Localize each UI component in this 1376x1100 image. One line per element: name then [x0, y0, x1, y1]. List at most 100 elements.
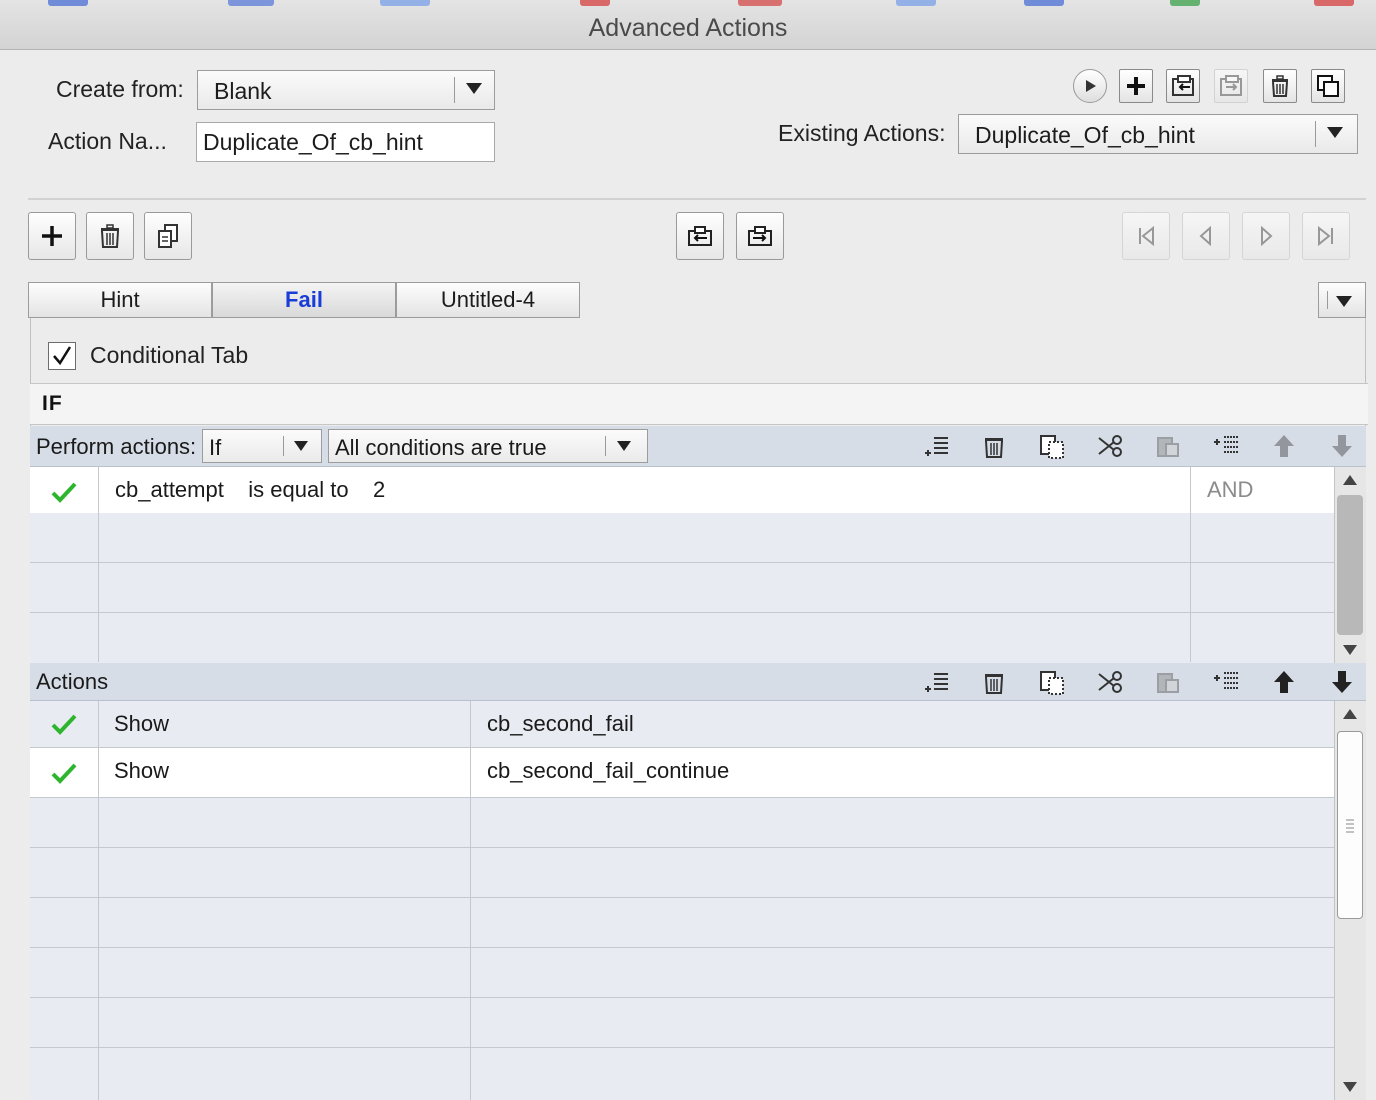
action-valid-cell — [30, 748, 99, 797]
previous-icon — [1199, 225, 1211, 247]
background-toolbar-strip — [0, 0, 1376, 8]
scroll-down-icon[interactable] — [1343, 645, 1357, 655]
action-row[interactable]: Show cb_second_fail — [30, 701, 1334, 748]
window-title: Advanced Actions — [588, 14, 788, 42]
condition-row-empty[interactable] — [30, 513, 1334, 563]
condition-variable[interactable]: cb_attempt — [115, 477, 224, 502]
action-row[interactable]: Show cb_second_fail_continue — [30, 748, 1334, 798]
scroll-up-icon[interactable] — [1343, 709, 1357, 719]
previous-decision-button[interactable] — [1182, 212, 1230, 260]
move-condition-up-button[interactable] — [1264, 426, 1304, 466]
copy-icon — [1040, 670, 1064, 695]
arrow-up-icon — [1274, 670, 1294, 693]
move-right-icon — [748, 226, 772, 246]
move-decision-right-button[interactable] — [736, 212, 784, 260]
paste-action-row-button[interactable] — [1148, 663, 1188, 700]
action-type-cell[interactable]: Show — [99, 748, 471, 797]
insert-action-button[interactable] — [916, 663, 956, 700]
existing-actions-dropdown[interactable]: Duplicate_Of_cb_hint — [958, 114, 1358, 154]
conditions-scrollbar[interactable] — [1334, 467, 1366, 663]
delete-condition-button[interactable] — [974, 426, 1014, 466]
condition-value[interactable]: 2 — [373, 477, 385, 502]
trash-icon — [985, 673, 1003, 694]
conditions-mode-value: All conditions are true — [335, 435, 547, 460]
paste-condition-button[interactable] — [1148, 426, 1188, 466]
add-action-button[interactable] — [1119, 69, 1153, 103]
cut-condition-button[interactable] — [1090, 426, 1130, 466]
action-name-field[interactable] — [196, 122, 495, 162]
create-from-value: Blank — [214, 78, 272, 104]
action-row-empty[interactable] — [30, 848, 1334, 898]
cut-action-row-button[interactable] — [1090, 663, 1130, 700]
insert-below-icon — [1214, 671, 1238, 689]
copy-action-row-button[interactable] — [1032, 663, 1072, 700]
copy-condition-button[interactable] — [1032, 426, 1072, 466]
action-row-empty[interactable] — [30, 948, 1334, 998]
import-action-button[interactable] — [1166, 69, 1200, 103]
perform-type-value: If — [209, 435, 222, 460]
tabs-menu-button[interactable] — [1318, 282, 1366, 318]
insert-row-icon — [925, 437, 948, 456]
action-name-input[interactable] — [197, 123, 494, 161]
first-icon — [1139, 225, 1154, 247]
move-left-icon — [688, 226, 712, 246]
chevron-down-icon — [617, 441, 631, 451]
trash-icon — [101, 224, 119, 248]
preview-button[interactable] — [1073, 69, 1107, 103]
scroll-thumb[interactable] — [1337, 731, 1363, 919]
scroll-down-icon[interactable] — [1343, 1082, 1357, 1092]
insert-condition-below-button[interactable] — [1206, 426, 1246, 466]
delete-action-row-button[interactable] — [974, 663, 1014, 700]
export-action-button[interactable] — [1214, 69, 1248, 103]
next-decision-button[interactable] — [1242, 212, 1290, 260]
insert-condition-button[interactable] — [916, 426, 956, 466]
grip-icon — [1346, 819, 1354, 833]
action-target-cell[interactable]: cb_second_fail — [471, 701, 1334, 747]
condition-joiner[interactable]: AND — [1191, 467, 1334, 516]
arrow-up-icon — [1274, 435, 1294, 457]
condition-expression-cell[interactable]: cb_attempt is equal to 2 — [99, 467, 1191, 516]
insert-row-icon — [925, 672, 948, 692]
create-from-label: Create from: — [56, 76, 184, 102]
delete-action-button[interactable] — [1263, 69, 1297, 103]
move-action-up-button[interactable] — [1264, 663, 1304, 700]
create-from-dropdown[interactable]: Blank — [197, 70, 495, 110]
action-type-cell[interactable]: Show — [99, 701, 471, 747]
scroll-thumb[interactable] — [1337, 495, 1363, 635]
perform-type-dropdown[interactable]: If — [202, 429, 322, 463]
trash-icon — [985, 438, 1003, 458]
action-target-cell[interactable]: cb_second_fail_continue — [471, 748, 1334, 797]
conditional-tab-checkbox[interactable] — [48, 342, 76, 370]
move-action-down-button[interactable] — [1322, 663, 1362, 700]
add-decision-button[interactable] — [28, 212, 76, 260]
condition-valid-cell — [30, 467, 99, 516]
action-row-empty[interactable] — [30, 898, 1334, 948]
duplicate-action-button[interactable] — [1311, 69, 1345, 103]
scissors-icon — [1098, 435, 1122, 457]
scroll-up-icon[interactable] — [1343, 475, 1357, 485]
tab-untitled-4[interactable]: Untitled-4 — [396, 282, 580, 318]
green-check-icon — [51, 714, 77, 735]
delete-decision-button[interactable] — [86, 212, 134, 260]
chevron-down-icon — [1327, 127, 1343, 138]
insert-action-below-button[interactable] — [1206, 663, 1246, 700]
paste-icon — [1157, 437, 1179, 457]
copy-icon — [1040, 435, 1064, 459]
actions-scrollbar[interactable] — [1334, 701, 1366, 1100]
condition-operator[interactable]: is equal to — [248, 477, 348, 502]
first-decision-button[interactable] — [1122, 212, 1170, 260]
move-decision-left-button[interactable] — [676, 212, 724, 260]
duplicate-decision-button[interactable] — [144, 212, 192, 260]
tab-hint[interactable]: Hint — [28, 282, 212, 318]
action-row-empty[interactable] — [30, 1048, 1334, 1100]
tab-fail[interactable]: Fail — [212, 282, 396, 318]
condition-row-empty[interactable] — [30, 563, 1334, 613]
move-condition-down-button[interactable] — [1322, 426, 1362, 466]
action-row-empty[interactable] — [30, 798, 1334, 848]
last-decision-button[interactable] — [1302, 212, 1350, 260]
condition-row-empty[interactable] — [30, 613, 1334, 663]
conditions-mode-dropdown[interactable]: All conditions are true — [328, 429, 648, 463]
action-row-empty[interactable] — [30, 998, 1334, 1048]
condition-row[interactable]: cb_attempt is equal to 2 AND — [30, 467, 1334, 517]
duplicate-icon — [1317, 75, 1339, 97]
